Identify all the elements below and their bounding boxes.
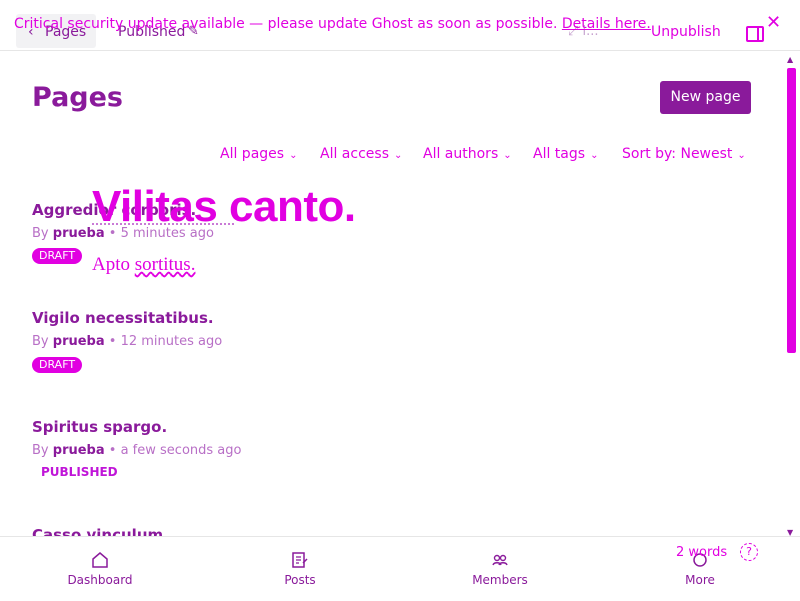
- nav-label: Dashboard: [67, 573, 133, 587]
- chevron-down-icon: ⌄: [393, 150, 403, 161]
- page-item-title[interactable]: Spiritus spargo.: [32, 418, 167, 436]
- unpublish-button[interactable]: Unpublish: [651, 24, 721, 40]
- help-icon[interactable]: ?: [740, 543, 758, 561]
- security-banner: Critical security update available — ple…: [14, 16, 651, 32]
- status-label: PUBLISHED: [41, 465, 118, 479]
- meta-author: prueba: [52, 334, 105, 349]
- sort-dropdown[interactable]: Sort by: Newest ⌄: [622, 146, 746, 162]
- meta-by: By: [32, 226, 49, 241]
- filter-label: All authors: [423, 146, 499, 162]
- scroll-up-icon[interactable]: ▲: [787, 55, 793, 64]
- chevron-down-icon: ⌄: [503, 150, 512, 161]
- overlay-subtext: Apto sortitus.: [92, 254, 195, 276]
- chevron-down-icon: ⌄: [590, 150, 599, 161]
- close-icon[interactable]: ✕: [766, 12, 781, 33]
- filter-all-tags[interactable]: All tags ⌄: [533, 146, 598, 162]
- scrollbar-thumb[interactable]: [787, 68, 796, 353]
- word-count: 2 words: [676, 545, 728, 560]
- members-icon: [492, 554, 508, 566]
- meta-author: prueba: [52, 443, 105, 458]
- page-item-meta: By prueba • a few seconds ago: [32, 443, 241, 458]
- filter-label: All tags: [533, 146, 586, 162]
- sidebar-toggle-icon[interactable]: [746, 26, 764, 42]
- page-item-title[interactable]: Vigilo necessitatibus.: [32, 309, 214, 327]
- filter-all-access[interactable]: All access ⌄: [320, 146, 402, 162]
- page-item-meta: By prueba • 12 minutes ago: [32, 334, 222, 349]
- home-icon: [92, 552, 108, 568]
- chevron-down-icon: ⌄: [289, 150, 298, 161]
- posts-icon: [292, 552, 308, 568]
- meta-time: • 12 minutes ago: [108, 334, 223, 349]
- nav-label: Members: [472, 573, 528, 587]
- banner-message: Critical security update available — ple…: [14, 16, 558, 32]
- spellcheck-underline: [92, 223, 234, 225]
- nav-posts[interactable]: Posts: [240, 537, 360, 601]
- filter-all-pages[interactable]: All pages ⌄: [220, 146, 297, 162]
- meta-by: By: [32, 334, 49, 349]
- meta-time: • a few seconds ago: [108, 443, 242, 458]
- overlay-subtext-link[interactable]: sortitus.: [135, 254, 196, 275]
- filter-label: All pages: [220, 146, 285, 162]
- page-title: Pages: [32, 82, 123, 113]
- nav-label: Posts: [284, 573, 316, 587]
- status-badge: DRAFT: [32, 357, 83, 373]
- banner-details-link[interactable]: Details here.: [562, 16, 651, 32]
- sort-label: Sort by: Newest: [622, 146, 733, 162]
- meta-by: By: [32, 443, 49, 458]
- overlay-subtext-prefix: Apto: [92, 254, 130, 275]
- nav-label: More: [685, 573, 715, 587]
- status-badge: DRAFT: [32, 248, 83, 264]
- chevron-down-icon: ⌄: [737, 150, 746, 161]
- nav-dashboard[interactable]: Dashboard: [40, 537, 160, 601]
- filter-label: All access: [320, 146, 389, 162]
- new-page-button[interactable]: New page: [660, 81, 751, 114]
- filter-all-authors[interactable]: All authors ⌄: [423, 146, 512, 162]
- nav-members[interactable]: Members: [440, 537, 560, 601]
